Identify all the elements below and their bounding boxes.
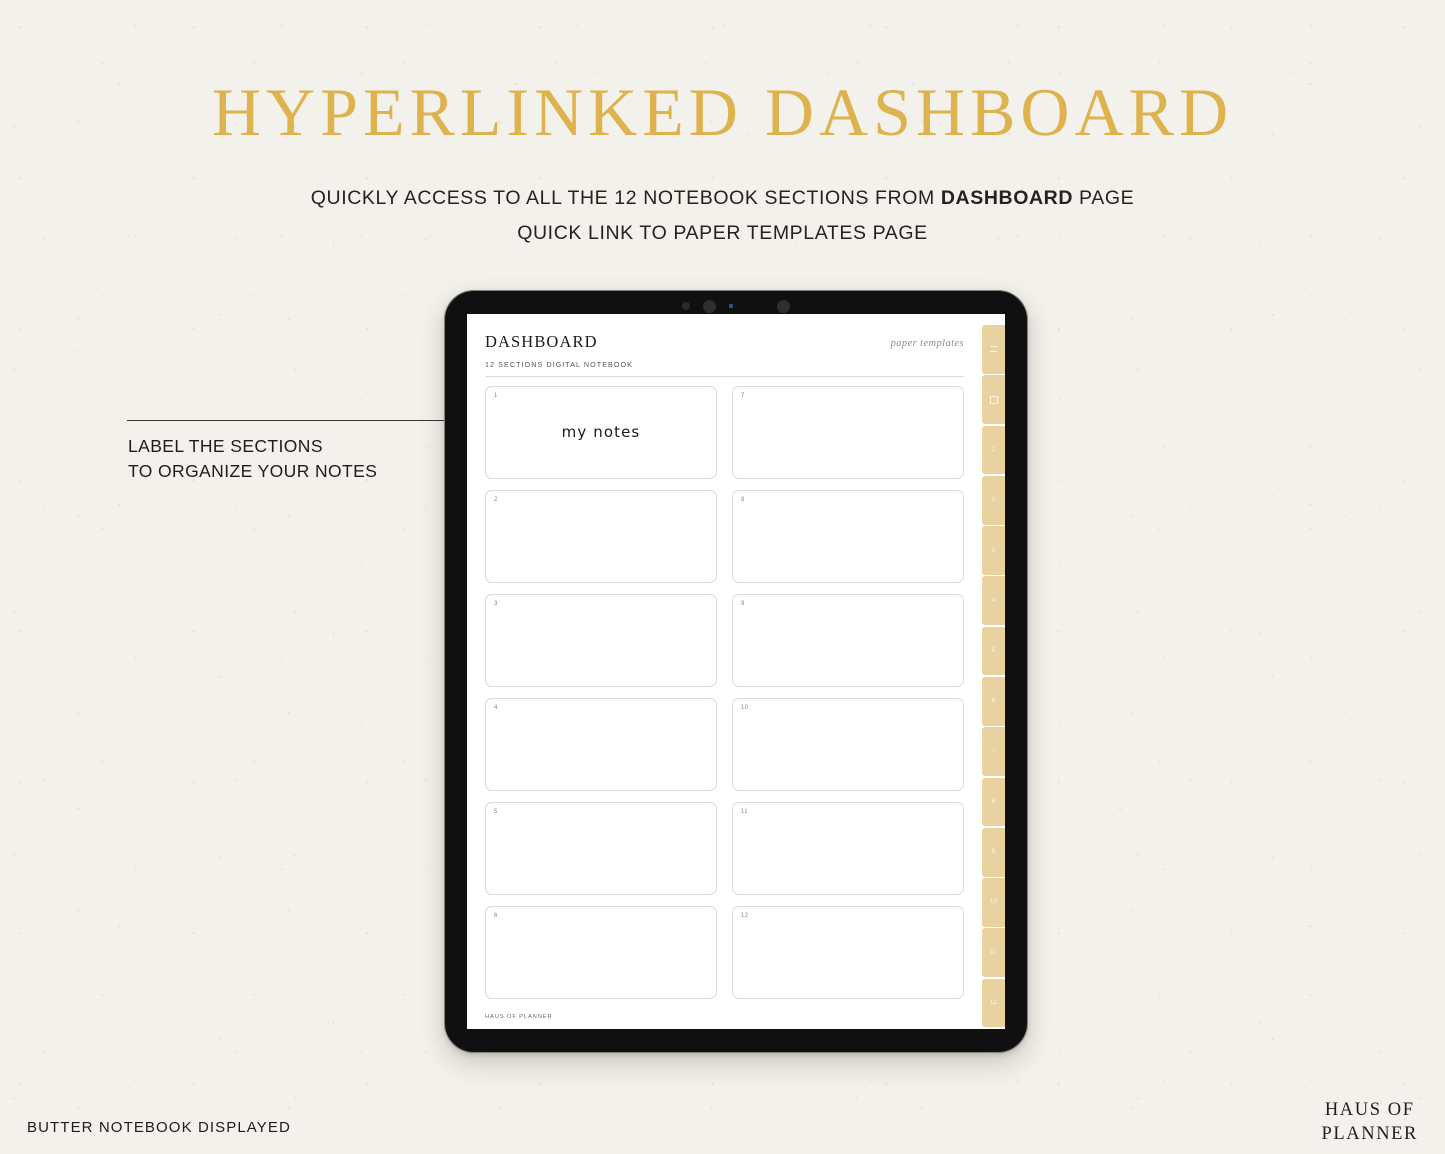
paper-templates-link[interactable]: paper templates [891, 338, 964, 351]
tab-section-2[interactable]: 2 [982, 475, 1005, 525]
header-divider [485, 375, 964, 377]
section-label[interactable] [733, 595, 963, 686]
section-label[interactable] [486, 491, 716, 582]
section-card[interactable]: 10 [732, 697, 964, 791]
tab-section-12[interactable]: 12 [982, 978, 1005, 1028]
section-card[interactable]: 11 [732, 801, 964, 895]
tab-section-4[interactable]: 4 [982, 576, 1005, 626]
front-camera-icon [703, 299, 716, 313]
annotation-line-1: LABEL THE SECTIONS [128, 436, 323, 456]
subtitle-line-1-emphasis: DASHBOARD [940, 187, 1074, 209]
section-label[interactable] [733, 907, 963, 998]
section-label[interactable] [733, 803, 963, 894]
annotation-text: LABEL THE SECTIONS TO ORGANIZE YOUR NOTE… [128, 434, 377, 484]
display-caption: BUTTER NOTEBOOK DISPLAYED [27, 1119, 291, 1136]
tab-section-7[interactable]: 7 [982, 727, 1005, 777]
section-card[interactable]: 1 my notes [485, 385, 717, 479]
dashboard-header: DASHBOARD paper templates [485, 332, 964, 351]
tablet-screen: DASHBOARD paper templates 12 SECTIONS DI… [467, 314, 1005, 1029]
bezel-sensor-group [444, 299, 1028, 313]
section-label[interactable] [486, 907, 716, 998]
brand-logo-line-2: PLANNER [1321, 1124, 1418, 1145]
section-label[interactable] [733, 387, 963, 478]
dashboard-title: DASHBOARD [485, 332, 598, 351]
section-card[interactable]: 12 [732, 905, 964, 999]
depth-sensor-icon [777, 299, 790, 313]
page-footer-brand: HAUS OF PLANNER [485, 1014, 553, 1020]
section-card[interactable]: 8 [732, 489, 964, 583]
annotation-line-2: TO ORGANIZE YOUR NOTES [128, 460, 378, 481]
section-label[interactable] [486, 699, 716, 790]
sensor-dot-icon [682, 302, 690, 310]
brand-logo-line-1: HAUS OF [1324, 1100, 1415, 1120]
brand-logo: HAUS OF PLANNER [1321, 1098, 1418, 1147]
section-card[interactable]: 3 [485, 593, 717, 687]
tab-section-3[interactable]: 3 [982, 526, 1005, 575]
tab-dashboard[interactable] [982, 375, 1005, 425]
tab-section-1[interactable]: 1 [982, 425, 1005, 475]
section-label[interactable] [733, 699, 963, 790]
tab-menu[interactable] [982, 325, 1005, 374]
section-card[interactable]: 4 [485, 697, 717, 791]
tab-section-10[interactable]: 10 [982, 878, 1005, 927]
section-label[interactable]: my notes [486, 387, 716, 478]
page-title: HYPERLINKED DASHBOARD [211, 74, 1234, 150]
section-label[interactable] [486, 803, 716, 894]
tab-section-11[interactable]: 11 [982, 928, 1005, 978]
section-label[interactable] [733, 491, 963, 582]
section-card[interactable]: 2 [485, 489, 717, 583]
notebook-tab-strip: 1 2 3 4 5 6 7 8 9 10 11 12 [982, 314, 1005, 1029]
tab-section-6[interactable]: 6 [982, 676, 1005, 726]
annotation-leader-line [127, 420, 457, 421]
tablet-device: DASHBOARD paper templates 12 SECTIONS DI… [444, 290, 1028, 1053]
tab-section-5[interactable]: 5 [982, 626, 1005, 676]
dashboard-subtitle: 12 SECTIONS DIGITAL NOTEBOOK [485, 359, 634, 369]
tab-section-8[interactable]: 8 [982, 777, 1005, 827]
subtitle-line-1-pre: QUICKLY ACCESS TO ALL THE 12 NOTEBOOK SE… [310, 187, 941, 209]
subtitle-line-2: QUICK LINK TO PAPER TEMPLATES PAGE [517, 222, 928, 244]
section-label[interactable] [486, 595, 716, 686]
section-card[interactable]: 7 [732, 385, 964, 479]
sections-grid: 1 my notes 7 2 8 3 9 4 10 5 11 6 12 [485, 385, 964, 999]
section-card[interactable]: 5 [485, 801, 717, 895]
section-card[interactable]: 6 [485, 905, 717, 999]
tab-section-9[interactable]: 9 [982, 827, 1005, 877]
subtitle-line-1-post: PAGE [1073, 187, 1135, 209]
section-card[interactable]: 9 [732, 593, 964, 687]
dashboard-page: DASHBOARD paper templates 12 SECTIONS DI… [467, 314, 982, 1029]
status-led-icon [729, 304, 733, 308]
subtitle-line-1: QUICKLY ACCESS TO ALL THE 12 NOTEBOOK SE… [0, 187, 1445, 210]
